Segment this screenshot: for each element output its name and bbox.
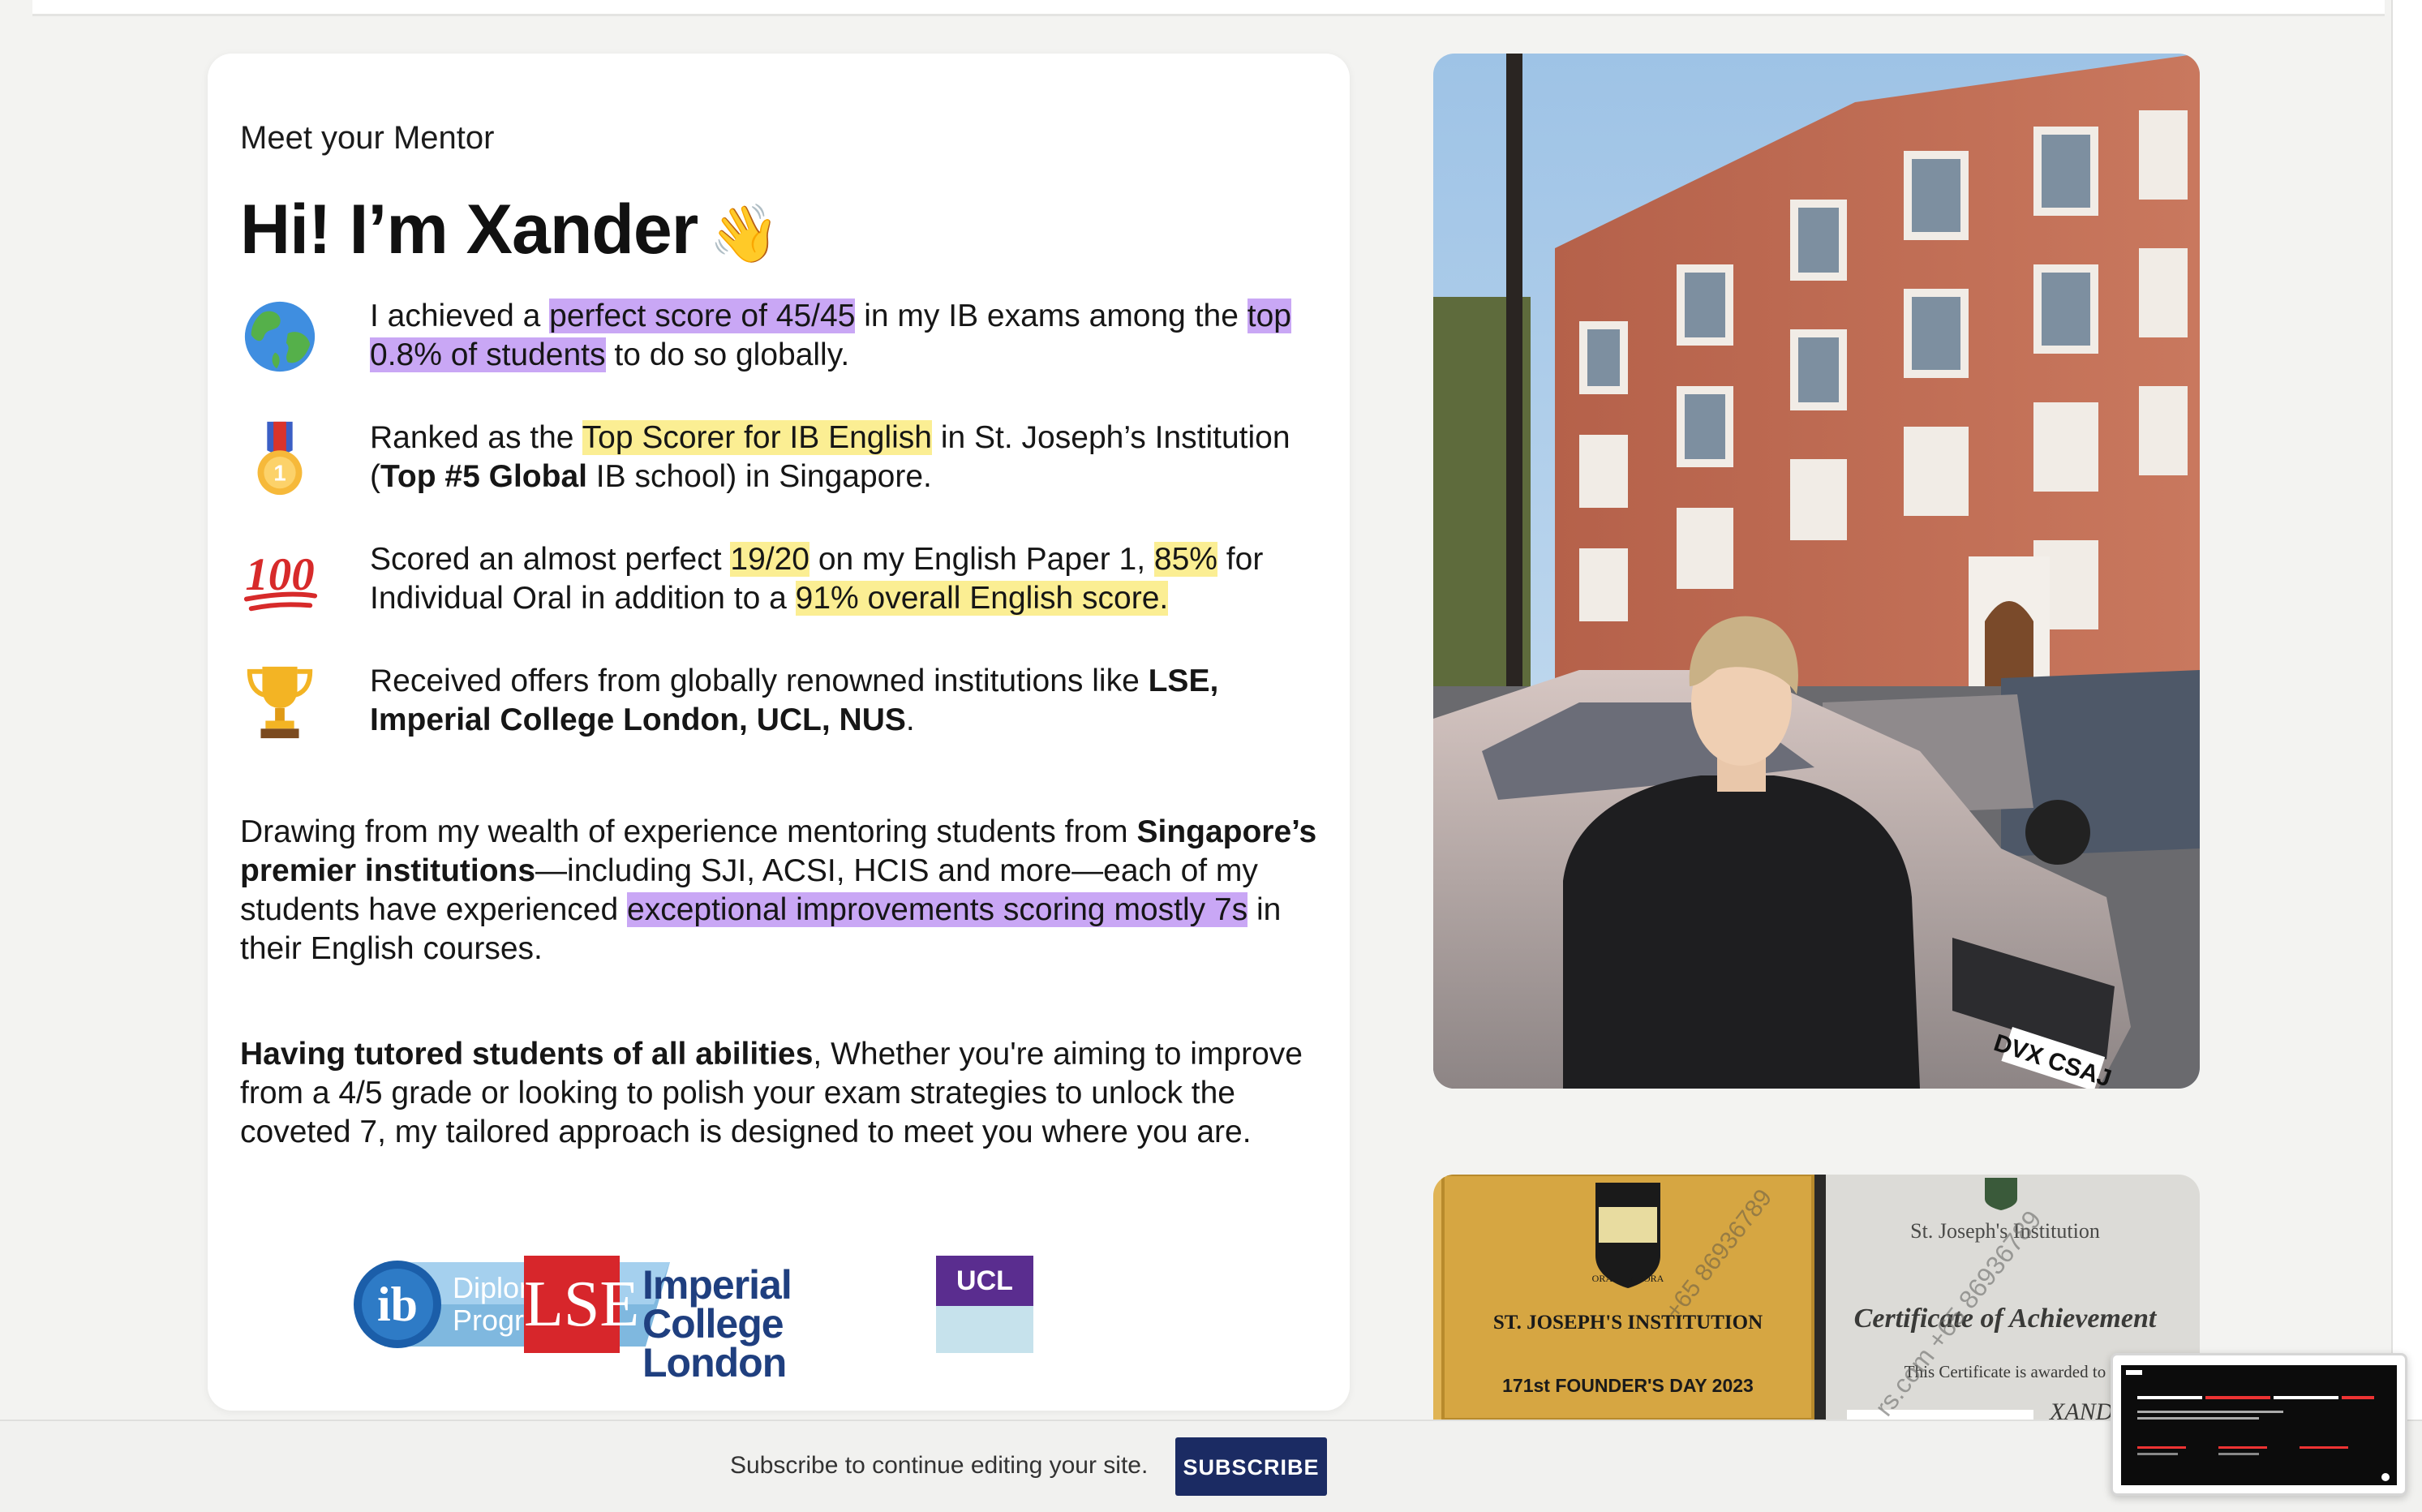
achievement-text: I achieved a perfect score of 45/45 in m… (370, 297, 1327, 375)
text-segment: Drawing from my wealth of experience men… (240, 814, 1137, 849)
certificate-image: ORA et LABORA ST. JOSEPH'S INSTITUTION 1… (1433, 1175, 2200, 1420)
achievement-text: Ranked as the Top Scorer for IB English … (370, 419, 1327, 496)
text-segment: . (905, 702, 915, 737)
text-segment: on my English Paper 1, (809, 542, 1154, 577)
top-bar (32, 0, 2385, 16)
page-title: Hi! I’m Xander 👋 (240, 190, 779, 270)
trophy-icon (247, 666, 313, 739)
preview-graphic (2121, 1365, 2397, 1485)
headline-text: Hi! I’m Xander (240, 191, 698, 268)
plaque-subtitle: 171st FOUNDER'S DAY 2023 (1502, 1375, 1754, 1396)
bold-text: Having tutored students of all abilities (240, 1037, 814, 1072)
svg-text:1: 1 (273, 460, 286, 485)
mentor-photo: DVX CSAJ (1433, 54, 2200, 1089)
text-segment: Scored an almost perfect (370, 542, 731, 577)
plaque-title: ST. JOSEPH'S INSTITUTION (1493, 1312, 1763, 1334)
abilities-paragraph: Having tutored students of all abilities… (240, 1035, 1327, 1152)
section-kicker: Meet your Mentor (240, 120, 495, 156)
ucl-text: UCL (936, 1256, 1033, 1306)
yellow-highlight: 85% (1153, 542, 1217, 577)
imperial-college-logo: Imperial College London (642, 1256, 918, 1383)
imperial-line-2: London (642, 1340, 787, 1385)
hundred-points-icon: 100 (243, 549, 318, 612)
text-segment: Received offers from globally renowned i… (370, 664, 1149, 698)
achievement-text: Received offers from globally renowned i… (370, 662, 1327, 740)
text-segment: Ranked as the (370, 420, 582, 455)
waving-hand-icon: 👋 (709, 202, 779, 265)
institution-logos: ib Diploma Programme LSE Imperial Colleg… (352, 1256, 1196, 1383)
plaque-motto: ORA et LABORA (1592, 1273, 1664, 1284)
yellow-highlight: Top Scorer for IB English (582, 420, 933, 455)
globe-icon (244, 301, 316, 372)
text-segment: in my IB exams among the (855, 299, 1248, 333)
text-segment: IB school) in Singapore. (586, 459, 932, 494)
certificate-title: Certificate of Achievement (1854, 1304, 2158, 1334)
imperial-line-1: Imperial College (642, 1262, 792, 1347)
subscribe-button[interactable]: SUBSCRIBE (1175, 1437, 1327, 1496)
preview-thumbnail[interactable] (2111, 1353, 2407, 1496)
subscribe-message: Subscribe to continue editing your site. (730, 1452, 1149, 1479)
medal-icon: 1 (257, 421, 303, 496)
text-segment: to do so globally. (605, 337, 850, 372)
text-segment: I achieved a (370, 299, 550, 333)
achievement-text: Scored an almost perfect 19/20 on my Eng… (370, 540, 1327, 618)
purple-highlight: perfect score of 45/45 (549, 299, 856, 333)
experience-paragraph: Drawing from my wealth of experience men… (240, 813, 1327, 969)
mentor-card: Meet your Mentor Hi! I’m Xander 👋 I achie… (208, 54, 1350, 1411)
bold-text: Top #5 Global (380, 459, 587, 494)
purple-highlight: exceptional improvements scoring mostly … (627, 892, 1248, 927)
yellow-highlight: 91% overall English score. (795, 581, 1169, 616)
yellow-highlight: 19/20 (730, 542, 809, 577)
lse-logo: LSE (524, 1256, 639, 1353)
ucl-logo: UCL (936, 1256, 1033, 1353)
ib-mark: ib (377, 1278, 418, 1331)
preview-thumbnail-image (2121, 1365, 2397, 1485)
subscribe-bar: Subscribe to continue editing your site.… (0, 1420, 2422, 1512)
right-edge-panel (2391, 0, 2422, 1420)
